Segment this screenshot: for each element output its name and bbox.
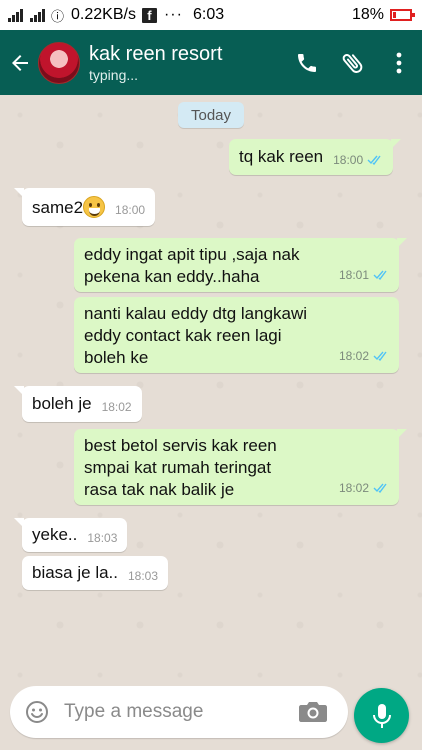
status-left: ⓘ 0.22KB/s f ··· (8, 6, 183, 25)
double-check-icon (373, 270, 387, 280)
date-separator: Today (178, 102, 244, 128)
camera-button[interactable] (298, 699, 328, 725)
message-content: same2 (32, 195, 106, 219)
message-time: 18:02 (338, 481, 369, 495)
signal-icon (8, 8, 23, 22)
message-line: eddy ingat apit tipu ,saja nak (84, 245, 300, 264)
message-input[interactable] (64, 701, 284, 723)
message-meta: 18:00 (115, 199, 145, 221)
network-speed: 0.22KB/s (71, 6, 136, 23)
contact-avatar[interactable] (38, 41, 80, 84)
message-time: 18:03 (87, 531, 118, 545)
double-check-icon (373, 483, 387, 493)
contact-info[interactable]: kak reen resort typing... (89, 42, 222, 84)
status-bar: ⓘ 0.22KB/s f ··· 6:03 18% (0, 0, 422, 30)
message-meta: 18:02 (339, 345, 389, 367)
message-time: 18:02 (338, 349, 369, 363)
message-text: yeke.. (32, 525, 78, 544)
message-bubble-in[interactable]: same2 18:00 (13, 188, 156, 226)
message-time: 18:00 (333, 153, 364, 167)
more-options-button[interactable] (376, 30, 422, 95)
kebab-menu-icon (396, 52, 402, 73)
message-meta: 18:03 (87, 527, 117, 549)
message-meta: 18:03 (128, 565, 158, 587)
message-meta: 18:02 (102, 396, 132, 418)
microphone-icon (372, 703, 391, 728)
message-composer (10, 686, 348, 738)
camera-icon (299, 702, 327, 722)
message-meta: 18:01 (339, 264, 389, 286)
battery-percent: 18% (351, 6, 384, 23)
chat-area[interactable]: Today tq kak reen 18:00 same2 18:00 eddy… (0, 95, 422, 680)
message-line: nanti kalau eddy dtg langkawi (84, 304, 308, 323)
message-bubble-out[interactable]: best betol servis kak reen smpai kat rum… (74, 429, 407, 505)
message-time: 18:01 (338, 268, 369, 282)
message-time: 18:02 (101, 400, 132, 414)
message-line: smpai kat rumah teringat (84, 458, 272, 477)
paperclip-icon (342, 53, 363, 73)
message-bubble-out[interactable]: tq kak reen 18:00 (229, 139, 402, 175)
chat-header: kak reen resort typing... (0, 30, 422, 95)
message-meta: 18:02 (339, 477, 389, 499)
message-bubble-in[interactable]: boleh je 18:02 (14, 386, 142, 422)
double-check-icon (373, 351, 387, 361)
status-right: 18% (351, 6, 415, 24)
contact-status: typing... (89, 66, 139, 83)
message-bubble-in[interactable]: yeke.. 18:03 (13, 518, 128, 552)
more-notifications-icon: ··· (163, 6, 183, 23)
header-actions (284, 30, 422, 95)
message-bubble-in[interactable]: biasa je la.. 18:03 (22, 556, 169, 590)
message-bubble-out[interactable]: eddy ingat apit tipu ,saja nak pekena ka… (74, 238, 407, 292)
clock: 6:03 (193, 6, 225, 23)
signal-icon-2 (30, 8, 45, 22)
facebook-icon: f (141, 7, 157, 23)
message-meta: 18:00 (333, 149, 383, 171)
voice-record-button[interactable] (354, 688, 409, 743)
message-time: 18:03 (128, 569, 159, 583)
message-text: tq kak reen (239, 147, 324, 166)
contact-name: kak reen resort (89, 42, 223, 65)
back-button[interactable] (2, 30, 38, 95)
battery-icon (390, 9, 415, 21)
phone-icon (298, 53, 316, 72)
message-line: best betol servis kak reen (84, 436, 277, 455)
attach-button[interactable] (330, 30, 376, 95)
message-bubble-out[interactable]: nanti kalau eddy dtg langkawi eddy conta… (74, 297, 399, 373)
call-button[interactable] (284, 30, 330, 95)
message-line: eddy contact kak reen lagi (84, 326, 282, 345)
grinning-face-emoji-icon (83, 195, 106, 218)
message-text: boleh je (32, 394, 92, 413)
message-text: biasa je la.. (32, 563, 118, 582)
arrow-left-icon (12, 54, 28, 71)
data-saver-icon: ⓘ (51, 8, 65, 24)
emoji-button[interactable] (10, 686, 64, 738)
smiley-icon (26, 701, 48, 723)
double-check-icon (367, 155, 381, 165)
message-text: same2 (32, 197, 84, 217)
message-time: 18:00 (115, 203, 146, 217)
